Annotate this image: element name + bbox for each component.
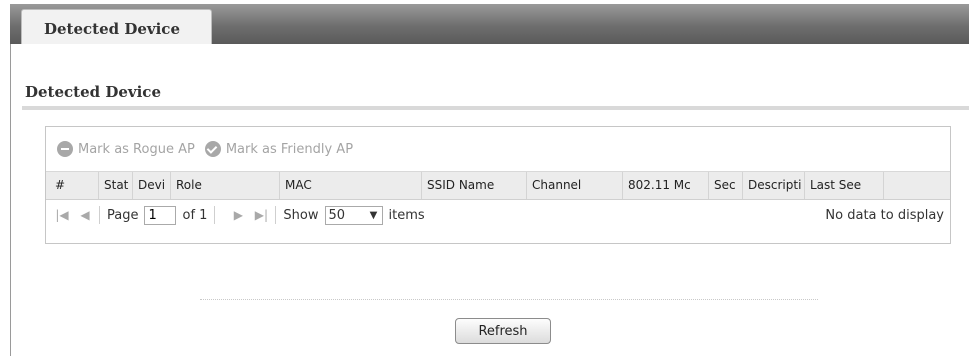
section-divider bbox=[22, 106, 969, 110]
page-size-select[interactable]: 50 ▼ bbox=[324, 205, 383, 225]
footer-divider bbox=[200, 299, 818, 300]
col-header-role[interactable]: Role bbox=[171, 172, 280, 199]
page-label: Page bbox=[107, 207, 139, 223]
col-header-filler bbox=[884, 172, 950, 199]
tab-bar: Detected Device bbox=[10, 4, 969, 47]
mark-friendly-button[interactable]: Mark as Friendly AP bbox=[204, 141, 354, 157]
col-header-802-11-mode[interactable]: 802.11 Mc bbox=[623, 172, 709, 199]
empty-message: No data to display bbox=[825, 207, 944, 223]
page-size-value: 50 bbox=[328, 207, 346, 223]
pager-separator bbox=[275, 206, 277, 224]
col-header-device[interactable]: Devi bbox=[133, 172, 171, 199]
table-header: # Stat Devi Role MAC SSID Name Channel 8… bbox=[46, 171, 950, 200]
mark-friendly-label: Mark as Friendly AP bbox=[225, 141, 354, 157]
first-page-icon[interactable]: |◀ bbox=[55, 208, 69, 222]
col-header-description[interactable]: Descripti bbox=[743, 172, 805, 199]
mark-rogue-label: Mark as Rogue AP bbox=[78, 141, 195, 157]
col-header-channel[interactable]: Channel bbox=[527, 172, 623, 199]
col-header-mac[interactable]: MAC bbox=[280, 172, 422, 199]
tab-detected-device[interactable]: Detected Device bbox=[21, 9, 212, 47]
next-page-icon[interactable]: ▶ bbox=[231, 208, 245, 222]
col-header-last-seen[interactable]: Last See bbox=[805, 172, 884, 199]
mark-rogue-button[interactable]: Mark as Rogue AP bbox=[57, 141, 195, 157]
detected-device-grid: Mark as Rogue AP Mark as Friendly AP # S… bbox=[45, 126, 951, 244]
section-title: Detected Device bbox=[25, 83, 161, 101]
refresh-button[interactable]: Refresh bbox=[455, 318, 551, 344]
page-count-label: of 1 bbox=[182, 207, 208, 223]
col-header-ssid-name[interactable]: SSID Name bbox=[422, 172, 527, 199]
col-header-security[interactable]: Sec bbox=[709, 172, 743, 199]
grid-toolbar: Mark as Rogue AP Mark as Friendly AP bbox=[57, 139, 363, 159]
last-page-icon[interactable]: ▶| bbox=[254, 208, 268, 222]
page-number-input[interactable] bbox=[144, 205, 177, 225]
prev-page-icon[interactable]: ◀ bbox=[78, 208, 92, 222]
show-label: Show bbox=[283, 207, 319, 223]
items-label: items bbox=[388, 207, 425, 223]
pagination-bar: |◀ ◀ Page of 1 ▶ ▶| Show 50 ▼ items No d… bbox=[46, 200, 950, 230]
col-header-status[interactable]: Stat bbox=[99, 172, 133, 199]
check-circle-icon bbox=[204, 141, 221, 157]
col-header-index[interactable]: # bbox=[46, 172, 99, 199]
pager-separator bbox=[214, 206, 216, 224]
pager-separator bbox=[99, 206, 100, 224]
minus-circle-icon bbox=[57, 141, 73, 157]
chevron-down-icon: ▼ bbox=[369, 209, 378, 221]
